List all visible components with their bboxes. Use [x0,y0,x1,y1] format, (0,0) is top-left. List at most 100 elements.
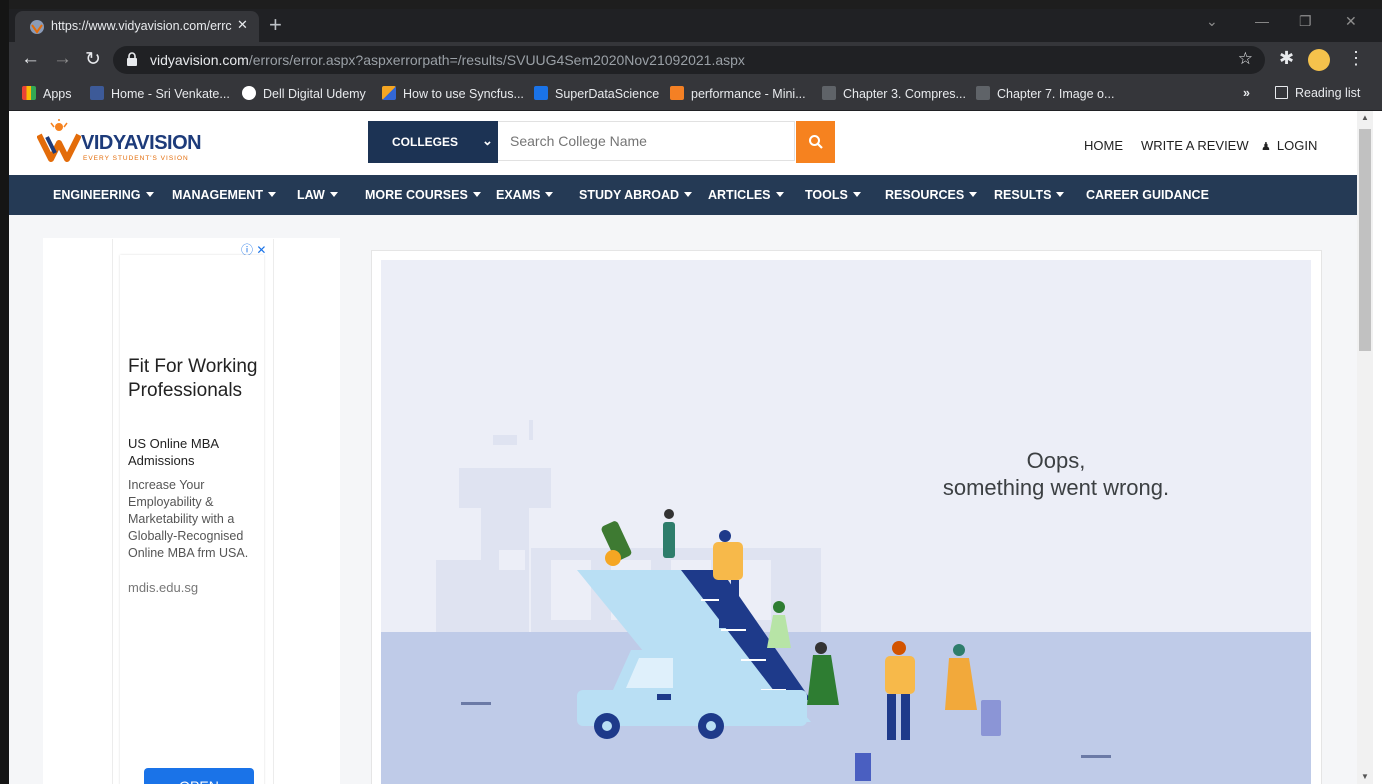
bookmark-star-icon[interactable]: ☆ [1238,49,1253,69]
browser-window: https://www.vidyavision.com/errc ✕ + ⌄ —… [9,9,1382,784]
tab-close-icon[interactable]: ✕ [237,17,248,33]
vidyavision-favicon-icon [30,20,44,34]
nav-articles[interactable]: ARTICLES [708,188,784,202]
ad-description: Increase Your Employability & Marketabil… [128,478,249,560]
bookmark-performance[interactable]: performance - Mini... [670,86,806,101]
caret-down-icon [267,192,276,197]
reload-icon[interactable]: ↻ [85,48,101,71]
browser-toolbar: ← → ↻ vidyavision.com/errors/error.aspx?… [9,42,1382,78]
error-message: Oops, something went wrong. [901,447,1211,501]
ad-card[interactable]: Fit For Working Professionals US Online … [120,255,264,784]
bookmark-apps[interactable]: Apps [22,86,72,101]
nav-management[interactable]: MANAGEMENT [172,188,276,202]
bookmarks-bar: Apps Home - Sri Venkate... Dell Digital … [9,78,1382,111]
bookmark-syncfusion[interactable]: How to use Syncfus... [382,86,524,101]
airport-boarding-illustration [381,420,1311,784]
nav-results[interactable]: RESULTS [994,188,1065,202]
desktop-edge [0,0,9,784]
ad-subheadline: US Online MBA Admissions [128,436,219,468]
lock-icon [127,52,137,66]
site-header: VIDYAVISION EVERY STUDENT'S VISION COLLE… [9,111,1357,175]
error-illustration: Oops, something went wrong. [381,260,1311,784]
scrollbar-thumb[interactable] [1359,129,1371,351]
logo-mark-icon [37,119,81,162]
caret-down-icon [145,192,154,197]
nav-study-abroad[interactable]: STUDY ABROAD [579,188,693,202]
search-category-select[interactable]: COLLEGES ⌄ [368,121,498,163]
sds-icon [534,86,548,100]
url-host: vidyavision.com [150,52,249,68]
nav-resources[interactable]: RESOURCES [885,188,978,202]
reading-list-icon [1275,86,1288,99]
error-subtitle: something went wrong. [942,475,1170,500]
scroll-up-icon[interactable]: ▲ [1361,113,1369,122]
caret-down-icon [545,192,554,197]
write-review-link[interactable]: WRITE A REVIEW [1141,138,1249,153]
user-icon: ♟ [1261,141,1271,153]
caret-down-icon [329,192,338,197]
bookmark-home-sri-venkate[interactable]: Home - Sri Venkate... [90,86,230,101]
nav-tools[interactable]: TOOLS [805,188,861,202]
new-tab-icon[interactable]: + [269,12,282,38]
caret-down-icon [969,192,978,197]
page-scrollbar[interactable]: ▲ ▼ [1357,111,1373,784]
caret-down-icon [775,192,784,197]
extensions-icon[interactable]: ✱ [1279,48,1294,69]
minimize-icon[interactable]: — [1255,13,1269,29]
nav-engineering[interactable]: ENGINEERING [53,188,154,202]
doc-icon [976,86,990,100]
tab-bar: https://www.vidyavision.com/errc ✕ + ⌄ —… [9,9,1382,42]
chrome-menu-icon[interactable]: ⋮ [1347,48,1365,69]
url-path: /errors/error.aspx?aspxerrorpath=/result… [248,52,745,68]
logo-text: VIDYAVISION [81,132,202,154]
bookmark-dell-digital-udemy[interactable]: Dell Digital Udemy [242,86,366,101]
bookmark-chapter-3[interactable]: Chapter 3. Compres... [822,86,966,101]
forward-icon[interactable]: → [53,48,72,70]
search-icon [809,135,823,149]
bookmark-chapter-7[interactable]: Chapter 7. Image o... [976,86,1114,101]
ad-domain: mdis.edu.sg [128,580,199,595]
ad-headline: Fit For Working Professionals [128,356,258,401]
active-tab[interactable]: https://www.vidyavision.com/errc ✕ [15,11,259,42]
nav-career-guidance[interactable]: CAREER GUIDANCE [1086,188,1209,202]
address-bar[interactable]: vidyavision.com/errors/error.aspx?aspxer… [113,46,1265,74]
url-text: vidyavision.com/errors/error.aspx?aspxer… [150,52,745,68]
scroll-down-icon[interactable]: ▼ [1361,772,1369,781]
close-window-icon[interactable]: ✕ [1345,13,1357,30]
dell-icon [242,86,256,100]
nav-more-courses[interactable]: MORE COURSES [365,188,481,202]
back-icon[interactable]: ← [21,48,40,70]
caret-down-icon [852,192,861,197]
restore-icon[interactable]: ❐ [1299,13,1312,30]
error-title: Oops, [1026,448,1086,473]
tab-search-icon[interactable]: ⌄ [1206,13,1218,30]
home-link[interactable]: HOME [1084,138,1123,153]
search-button[interactable] [796,121,835,163]
ad-open-button[interactable]: OPEN [144,768,254,784]
logo-tagline: EVERY STUDENT'S VISION [83,155,189,162]
ad-frame: ⓘ ✕ Fit For Working Professionals US Onl… [112,239,274,784]
university-icon [90,86,104,100]
college-search-input[interactable] [498,121,795,161]
doc-icon [822,86,836,100]
caret-down-icon [1056,192,1065,197]
bookmarks-overflow[interactable]: » [1243,86,1250,100]
caret-down-icon [472,192,481,197]
login-link[interactable]: ♟ LOGIN [1261,138,1317,153]
chevron-down-icon: ⌄ [482,133,493,148]
nav-law[interactable]: LAW [297,188,338,202]
main-nav: ENGINEERING MANAGEMENT LAW MORE COURSES … [9,175,1357,215]
ad-panel: ⓘ ✕ Fit For Working Professionals US Onl… [43,238,340,784]
caret-down-icon [684,192,693,197]
bookmark-superdatascience[interactable]: SuperDataScience [534,86,659,101]
apps-grid-icon [22,86,36,100]
reading-list-button[interactable]: Reading list [1275,86,1360,100]
syncfusion-icon [382,86,396,100]
college-search: COLLEGES ⌄ [368,121,835,163]
nav-exams[interactable]: EXAMS [496,188,554,202]
tab-title: https://www.vidyavision.com/errc [51,19,232,33]
stackoverflow-icon [670,86,684,100]
web-page: VIDYAVISION EVERY STUDENT'S VISION COLLE… [9,111,1357,784]
profile-avatar[interactable] [1308,49,1330,71]
site-logo[interactable]: VIDYAVISION EVERY STUDENT'S VISION [37,119,207,167]
